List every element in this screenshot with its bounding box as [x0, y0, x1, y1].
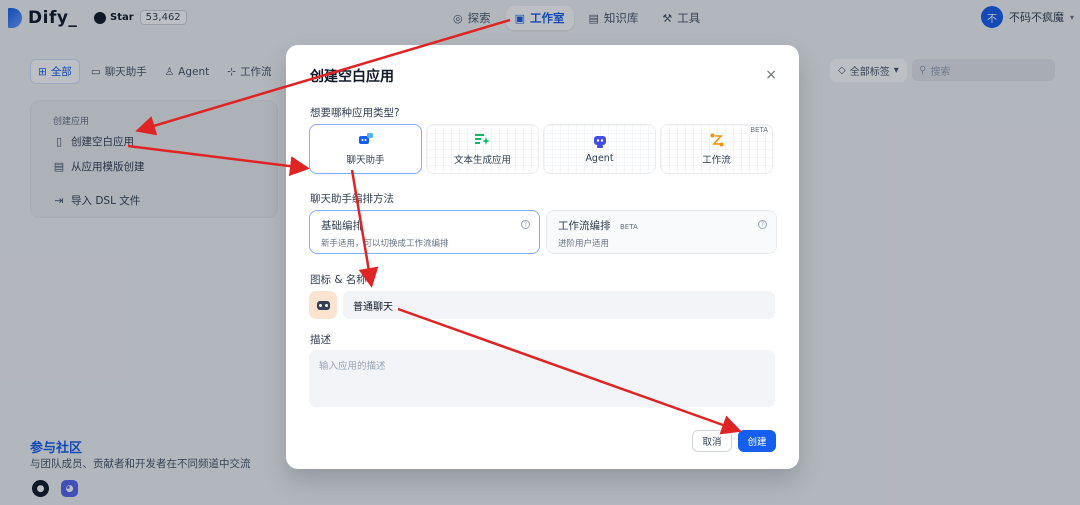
mode-workflow[interactable]: 工作流编排 BETA 进阶用户适用 ? — [546, 210, 777, 254]
mode-basic[interactable]: 基础编排 新手适用，可以切换成工作流编排 ? — [309, 210, 540, 254]
app-icon-picker[interactable] — [309, 291, 337, 319]
workflow-icon — [709, 133, 725, 147]
app-description-textarea[interactable]: 输入应用的描述 — [309, 350, 775, 407]
beta-badge: BETA — [750, 126, 768, 134]
cancel-button[interactable]: 取消 — [692, 430, 732, 452]
description-label: 描述 — [310, 334, 331, 346]
beta-badge: BETA — [620, 223, 638, 231]
app-type-list: 聊天助手 文本生成应用 Agent BETA 工作流 — [309, 124, 773, 174]
help-icon[interactable]: ? — [758, 220, 767, 229]
mode-label: 聊天助手编排方法 — [310, 193, 394, 205]
app-type-label: 文本生成应用 — [453, 154, 511, 166]
create-button[interactable]: 创建 — [738, 430, 776, 452]
app-type-workflow[interactable]: BETA 工作流 — [660, 124, 773, 174]
chat-bot-icon — [358, 133, 374, 147]
app-type-text-generator[interactable]: 文本生成应用 — [426, 124, 539, 174]
app-type-label: 想要哪种应用类型? — [310, 107, 400, 119]
modal-title: 创建空白应用 — [310, 69, 394, 85]
icon-name-label: 图标 & 名称 — [310, 274, 367, 286]
mode-desc: 进阶用户适用 — [558, 239, 610, 249]
text-generator-icon — [475, 133, 491, 147]
create-app-modal: 创建空白应用 × 想要哪种应用类型? 聊天助手 文本生成应用 Agent BET… — [286, 45, 799, 469]
agent-icon — [592, 134, 608, 148]
app-type-label: Agent — [585, 153, 614, 164]
mode-title: 基础编排 — [321, 220, 363, 232]
orchestration-mode-list: 基础编排 新手适用，可以切换成工作流编排 ? 工作流编排 BETA 进阶用户适用… — [309, 210, 777, 254]
app-name-value: 普通聊天 — [353, 301, 393, 313]
description-placeholder: 输入应用的描述 — [319, 361, 386, 372]
help-icon[interactable]: ? — [521, 220, 530, 229]
close-icon[interactable]: × — [765, 67, 777, 83]
app-type-label: 工作流 — [702, 154, 731, 166]
mode-desc: 新手适用，可以切换成工作流编排 — [321, 239, 449, 249]
robot-emoji-icon — [316, 300, 330, 310]
app-name-input[interactable]: 普通聊天 — [343, 291, 775, 319]
app-type-agent[interactable]: Agent — [543, 124, 656, 174]
app-type-label: 聊天助手 — [346, 154, 385, 166]
mode-title: 工作流编排 — [558, 220, 611, 232]
app-type-chatbot[interactable]: 聊天助手 — [309, 124, 422, 174]
